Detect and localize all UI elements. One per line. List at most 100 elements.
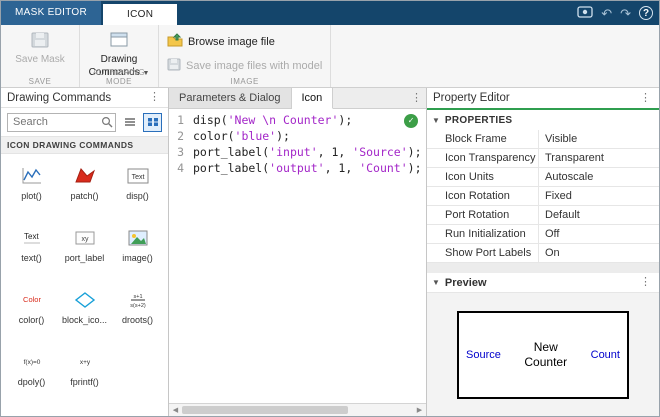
plot-icon — [17, 164, 47, 188]
icon-transparency-value[interactable]: Transparent — [539, 149, 659, 167]
undo-icon[interactable]: ↶ — [601, 7, 612, 20]
drawing-commands-panel: Drawing Commands ⋮ ICON DRAWING COMMANDS — [1, 88, 169, 416]
ribbon: Save Mask SAVE Drawing Commands ▼ AUTHOR… — [1, 25, 659, 88]
scroll-left-icon[interactable]: ◀ — [169, 404, 182, 416]
preview-output-port-label: Count — [591, 349, 620, 361]
tab-parameters-dialog[interactable]: Parameters & Dialog — [169, 88, 292, 108]
preview-input-port-label: Source — [466, 349, 501, 361]
line-number: 1 — [169, 112, 193, 128]
command-droots[interactable]: s+1s(s+2) droots() — [111, 284, 164, 344]
code-line: 2 color('blue'); — [169, 128, 426, 144]
mask-editor-window: MASK EDITOR ICON ↶ ↷ ? Save Mask SAVE — [0, 0, 660, 417]
drawing-commands-panel-title: Drawing Commands — [7, 92, 111, 104]
editor-tabbar: Parameters & Dialog Icon ⋮ — [169, 88, 426, 109]
svg-text:Color: Color — [23, 295, 41, 304]
show-port-labels-value[interactable]: On — [539, 244, 659, 262]
topbar-quick-actions: ↶ ↷ ? — [577, 1, 653, 25]
scrollbar-thumb[interactable] — [182, 406, 348, 414]
command-disp[interactable]: Text disp() — [111, 160, 164, 220]
svg-text:xy: xy — [81, 236, 89, 243]
block-frame-value[interactable]: Visible — [539, 130, 659, 148]
icon-editor-panel: Parameters & Dialog Icon ⋮ 1 disp('New \… — [169, 88, 427, 416]
browse-image-file-icon — [167, 33, 183, 50]
search-icon — [101, 116, 113, 131]
ribbon-group-save: Save Mask SAVE — [1, 25, 80, 87]
tab-mask-editor[interactable]: MASK EDITOR — [1, 1, 101, 25]
block-preview: Source New Counter Count — [457, 311, 629, 399]
grid-view-button[interactable] — [143, 113, 162, 132]
command-patch[interactable]: patch() — [58, 160, 111, 220]
properties-table: Block Frame Visible Icon Transparency Tr… — [427, 130, 659, 263]
redo-icon[interactable]: ↷ — [620, 7, 631, 20]
run-initialization-value[interactable]: Off — [539, 225, 659, 243]
table-row: Block Frame Visible — [427, 130, 659, 149]
properties-section-header[interactable]: ▼ PROPERTIES — [427, 110, 659, 130]
table-row: Icon Units Autoscale — [427, 168, 659, 187]
toolstrip-tabbar: MASK EDITOR ICON ↶ ↷ ? — [1, 1, 659, 25]
drawing-commands-icon — [109, 31, 129, 52]
command-block-icon[interactable]: block_ico... — [58, 284, 111, 344]
preview-section: ▼ Preview ⋮ Source New Counter Count — [427, 273, 659, 416]
disp-icon: Text — [123, 164, 153, 188]
preview-block-text: New Counter — [524, 340, 567, 370]
save-image-files-button[interactable]: Save image files with model — [167, 58, 322, 74]
authoring-mode-group-label: AUTHORING MODE — [80, 68, 158, 86]
save-mask-icon — [30, 31, 50, 52]
block-icon-icon — [70, 288, 100, 312]
svg-text:Text: Text — [131, 174, 144, 181]
command-image[interactable]: image() — [111, 222, 164, 282]
help-icon[interactable]: ? — [639, 6, 653, 20]
command-color[interactable]: Color color() — [5, 284, 58, 344]
property-editor-title: Property Editor — [433, 92, 510, 104]
editor-menu-icon[interactable]: ⋮ — [409, 93, 426, 104]
command-text[interactable]: Text text() — [5, 222, 58, 282]
property-editor-menu-icon[interactable]: ⋮ — [638, 93, 653, 104]
table-row: Icon Transparency Transparent — [427, 149, 659, 168]
code-line: 4 port_label('output', 1, 'Count'); — [169, 160, 426, 176]
command-plot[interactable]: plot() — [5, 160, 58, 220]
save-mask-button[interactable]: Save Mask — [9, 29, 71, 65]
preview-menu-icon[interactable]: ⋮ — [638, 277, 653, 288]
ribbon-group-authoring-mode: Drawing Commands ▼ AUTHORING MODE — [80, 25, 159, 87]
editor-horizontal-scrollbar[interactable]: ◀ ▶ — [169, 403, 426, 416]
save-image-files-icon — [167, 58, 181, 74]
tab-icon-active[interactable]: ICON — [103, 4, 177, 25]
preview-section-header[interactable]: ▼ Preview — [432, 277, 487, 289]
port-label-icon: xy — [70, 226, 100, 250]
image-group-label: IMAGE — [159, 77, 330, 86]
tab-icon-editor[interactable]: Icon — [292, 88, 334, 109]
patch-icon — [70, 164, 100, 188]
quick-access-icon[interactable] — [577, 5, 593, 22]
icon-units-value[interactable]: Autoscale — [539, 168, 659, 186]
code-line: 1 disp('New \n Counter'); — [169, 112, 426, 128]
drawing-commands-menu-icon[interactable]: ⋮ — [147, 92, 162, 103]
panel-gap — [427, 263, 659, 273]
line-number: 2 — [169, 128, 193, 144]
svg-text:x+y: x+y — [79, 359, 90, 366]
command-port-label[interactable]: xy port_label — [58, 222, 111, 282]
table-row: Show Port Labels On — [427, 244, 659, 263]
command-dpoly[interactable]: f(x)=0 dpoly() — [5, 346, 58, 406]
table-row: Run Initialization Off — [427, 225, 659, 244]
color-icon: Color — [17, 288, 47, 312]
drawing-commands-grid: plot() patch() Text disp() Text text() x… — [1, 154, 168, 416]
list-view-button[interactable] — [120, 113, 139, 132]
browse-image-file-button[interactable]: Browse image file — [167, 33, 322, 50]
droots-icon: s+1s(s+2) — [123, 288, 153, 312]
icon-drawing-commands-header: ICON DRAWING COMMANDS — [1, 136, 168, 154]
save-mask-label: Save Mask — [15, 54, 64, 65]
command-fprintf[interactable]: x+y fprintf() — [58, 346, 111, 406]
icon-rotation-value[interactable]: Fixed — [539, 187, 659, 205]
browse-image-file-label: Browse image file — [188, 36, 275, 48]
port-rotation-value[interactable]: Default — [539, 206, 659, 224]
line-number: 3 — [169, 144, 193, 160]
code-line: 3 port_label('input', 1, 'Source'); — [169, 144, 426, 160]
scroll-right-icon[interactable]: ▶ — [413, 404, 426, 416]
preview-canvas: Source New Counter Count — [427, 293, 659, 416]
text-icon: Text — [17, 226, 47, 250]
icon-code-editor[interactable]: 1 disp('New \n Counter'); 2 color('blue'… — [169, 109, 426, 403]
save-image-files-label: Save image files with model — [186, 60, 322, 72]
search-input[interactable] — [7, 113, 116, 132]
drawing-commands-label-line1: Drawing — [101, 54, 138, 65]
table-row: Port Rotation Default — [427, 206, 659, 225]
